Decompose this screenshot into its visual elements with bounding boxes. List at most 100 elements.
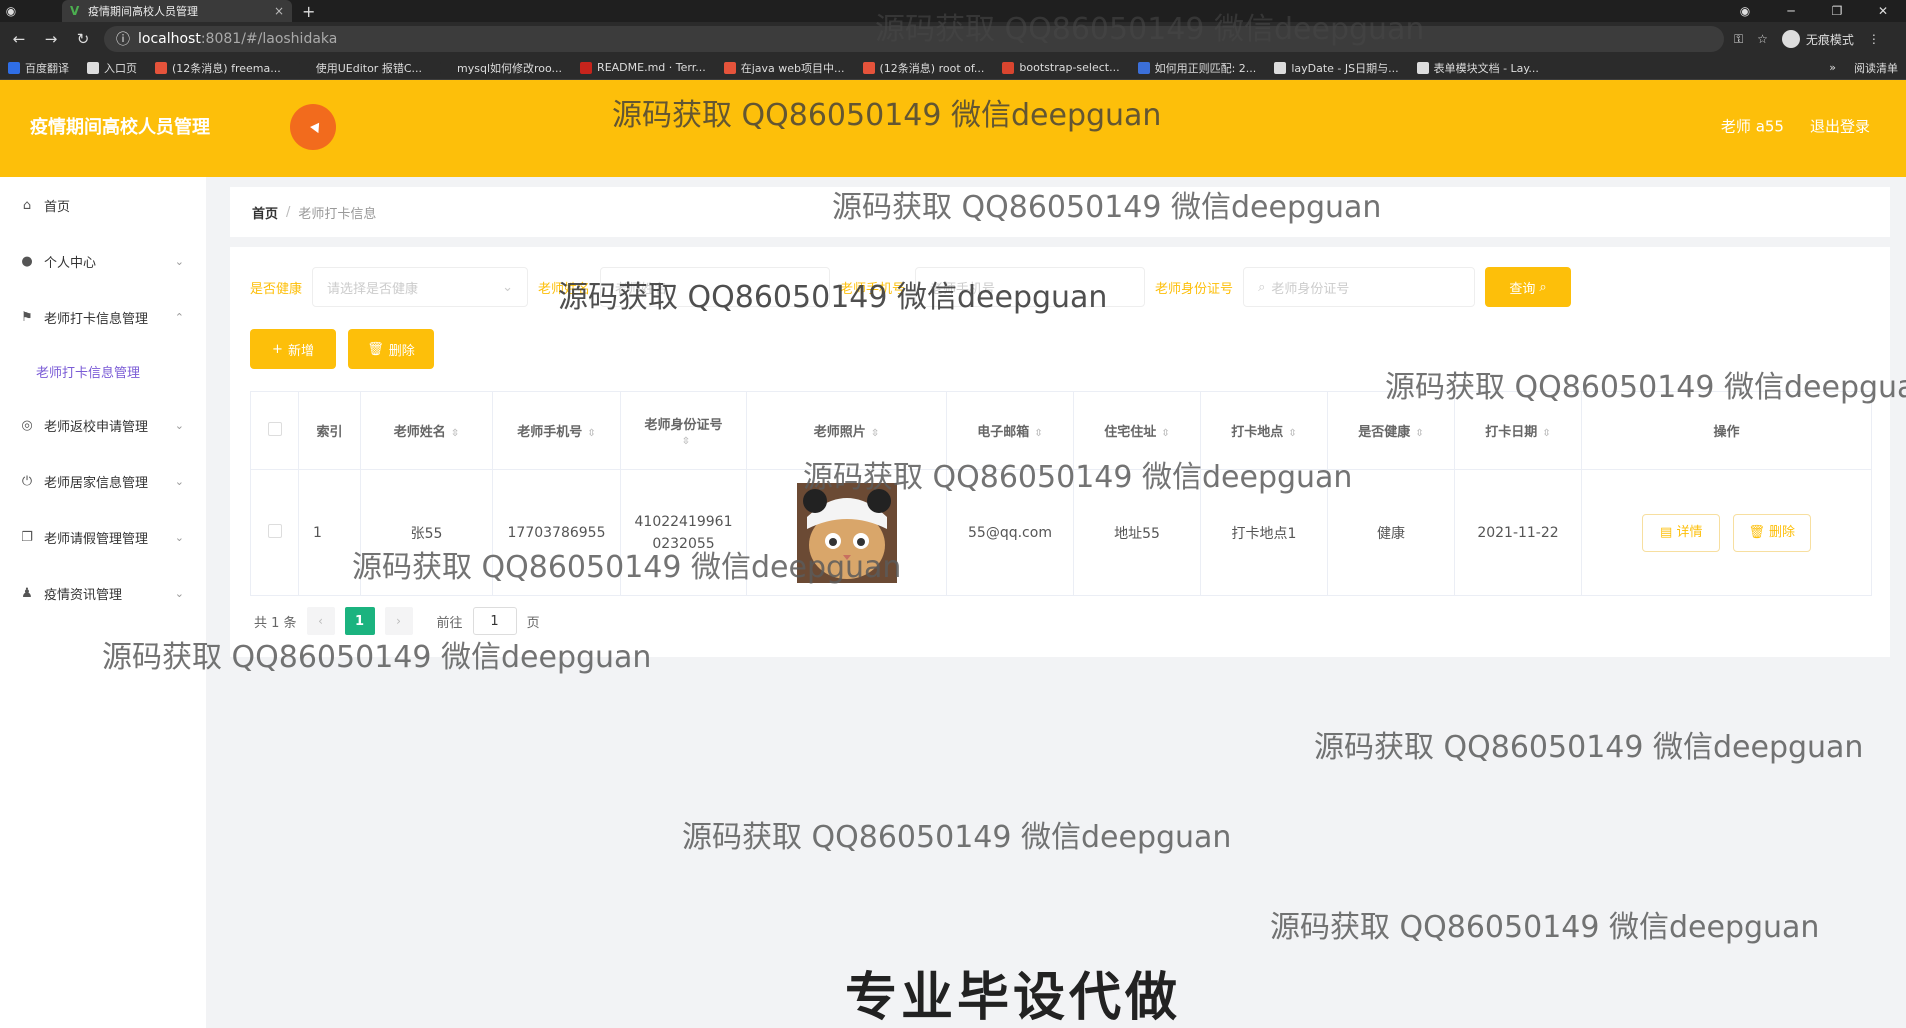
breadcrumb-current: 老师打卡信息: [298, 206, 377, 222]
bookmark-item[interactable]: bootstrap-select...: [1002, 61, 1120, 74]
id-input[interactable]: ⌕ 老师身份证号: [1243, 267, 1476, 307]
row-delete-label: 删除: [1769, 524, 1796, 540]
mouse-cursor-highlight: [290, 104, 336, 150]
sort-icon[interactable]: ⇳: [1161, 428, 1169, 439]
cell-phone: 17703786955: [492, 469, 621, 596]
batch-delete-button[interactable]: 🗑 删除: [348, 329, 434, 369]
sidebar-item[interactable]: ❐ 老师请假管理管理 ⌄: [0, 509, 206, 565]
browser-tab[interactable]: V 疫情期间高校人员管理 ×: [62, 0, 292, 22]
menu-icon[interactable]: ⋮: [1868, 32, 1880, 46]
bookmark-item[interactable]: README.md · Terr...: [580, 61, 706, 74]
forward-icon[interactable]: →: [40, 30, 62, 48]
close-window-icon[interactable]: ✕: [1860, 4, 1906, 18]
bookmark-item[interactable]: layDate - JS日期与...: [1274, 60, 1399, 76]
name-input-placeholder: 老师姓名: [615, 281, 668, 297]
bookmark-item[interactable]: 在java web项目中...: [723, 60, 845, 76]
pagination: 共 1 条 ‹ 1 › 前往 1 页: [254, 607, 540, 635]
select-all-checkbox[interactable]: [267, 421, 282, 436]
col-phone[interactable]: 老师手机号 ⇳: [492, 391, 621, 470]
col-index: 索引: [298, 391, 361, 470]
goto-page-input[interactable]: 1: [472, 607, 517, 635]
prev-page-button[interactable]: ‹: [306, 607, 335, 635]
trash-icon: 🗑: [1748, 524, 1765, 540]
sidebar-item[interactable]: ⚑ 老师打卡信息管理 ⌃: [0, 289, 206, 345]
reading-list-button[interactable]: 阅读清单: [1854, 60, 1898, 76]
col-photo[interactable]: 老师照片 ⇳: [746, 391, 947, 470]
sidebar-item-label: 老师居家信息管理: [44, 475, 149, 491]
star-icon[interactable]: ☆: [1757, 32, 1768, 46]
bookmark-item[interactable]: mysql如何修改roo...: [440, 60, 562, 76]
current-page[interactable]: 1: [344, 607, 375, 635]
col-id[interactable]: 老师身份证号 ⇳: [620, 391, 747, 470]
sort-icon[interactable]: ⇳: [871, 428, 879, 439]
row-checkbox[interactable]: [267, 523, 282, 538]
breadcrumb: 首页 / 老师打卡信息: [230, 187, 1890, 237]
select-all-header: [250, 391, 299, 470]
phone-input[interactable]: 老师手机号: [915, 267, 1146, 307]
sort-icon[interactable]: ⇳: [451, 428, 459, 439]
table-row: 1 张55 17703786955 410224199610232055 55@…: [250, 469, 1872, 596]
tab-close-icon[interactable]: ×: [274, 4, 284, 18]
add-button[interactable]: + 新增: [250, 329, 336, 369]
sort-icon[interactable]: ⇳: [1034, 428, 1042, 439]
col-name[interactable]: 老师姓名 ⇳: [360, 391, 493, 470]
app-header: 疫情期间高校人员管理 老师 a55 退出登录: [0, 80, 1906, 177]
incognito-indicator[interactable]: 无痕模式: [1781, 30, 1854, 48]
sidebar-item-label: 老师打卡信息管理: [44, 311, 149, 327]
bookmark-item[interactable]: (12条消息) root of...: [862, 60, 985, 76]
sidebar-item[interactable]: ♟ 疫情资讯管理 ⌄: [0, 565, 206, 621]
health-select[interactable]: 请选择是否健康 ⌄: [312, 267, 529, 307]
breadcrumb-home[interactable]: 首页: [252, 203, 278, 222]
bookmark-label: bootstrap-select...: [1019, 61, 1120, 74]
sort-icon[interactable]: ⇳: [1415, 428, 1423, 439]
bookmark-favicon-icon: [298, 61, 311, 74]
sidebar-item[interactable]: ⏻ 老师居家信息管理 ⌄: [0, 453, 206, 509]
bookmark-item[interactable]: 入口页: [87, 60, 137, 76]
bookmark-item[interactable]: 表单模块文档 - Lay...: [1416, 60, 1539, 76]
minimize-icon[interactable]: ─: [1768, 4, 1814, 18]
col-checkin-place[interactable]: 打卡地点 ⇳: [1200, 391, 1328, 470]
bookmark-item[interactable]: (12条消息) freema...: [155, 60, 281, 76]
row-delete-button[interactable]: 🗑 删除: [1732, 513, 1811, 552]
sort-icon[interactable]: ⇳: [587, 428, 595, 439]
bookmark-item[interactable]: 百度翻译: [8, 60, 69, 76]
bookmarks-more-button[interactable]: »: [1829, 61, 1836, 74]
restore-icon[interactable]: ❐: [1814, 4, 1860, 18]
query-button[interactable]: 查询 ⌕: [1485, 267, 1572, 307]
col-healthy[interactable]: 是否健康 ⇳: [1327, 391, 1455, 470]
profile-menu-icon[interactable]: ◉: [1722, 4, 1768, 18]
url-input[interactable]: ⓘ localhost:8081/#/laoshidaka: [104, 26, 1724, 52]
home-icon: ⌂: [22, 197, 32, 213]
col-date[interactable]: 打卡日期 ⇳: [1454, 391, 1582, 470]
breadcrumb-separator: /: [286, 204, 291, 220]
phone-filter-label: 老师手机号: [840, 281, 906, 297]
sidebar-item[interactable]: ⌂ 首页: [0, 177, 206, 233]
bookmark-label: 如何用正则匹配: 2...: [1154, 61, 1257, 75]
back-icon[interactable]: ←: [8, 30, 30, 48]
bookmark-label: layDate - JS日期与...: [1291, 61, 1399, 75]
logout-button[interactable]: 退出登录: [1810, 116, 1870, 137]
key-icon[interactable]: ⚿: [1734, 32, 1743, 47]
sidebar-item[interactable]: ◎ 老师返校申请管理 ⌄: [0, 397, 206, 453]
sort-icon[interactable]: ⇳: [1542, 428, 1550, 439]
sidebar-subitem-teacher-checkin[interactable]: 老师打卡信息管理: [0, 345, 206, 397]
new-tab-button[interactable]: +: [302, 2, 315, 21]
detail-button[interactable]: ▤ 详情: [1642, 513, 1721, 552]
reload-icon[interactable]: ↻: [72, 30, 94, 48]
col-address[interactable]: 住宅住址 ⇳: [1073, 391, 1201, 470]
health-filter-label: 是否健康: [250, 281, 303, 297]
chevron-down-icon: ⌄: [174, 254, 184, 268]
next-page-button[interactable]: ›: [384, 607, 413, 635]
sidebar-item-label: 老师打卡信息管理: [36, 365, 141, 381]
sort-icon[interactable]: ⇳: [682, 436, 690, 447]
sort-icon[interactable]: ⇳: [1288, 428, 1296, 439]
name-input[interactable]: 老师姓名: [600, 267, 831, 307]
bookmark-item[interactable]: 使用UEditor 报错C...: [298, 60, 422, 76]
bookmark-item[interactable]: 如何用正则匹配: 2...: [1137, 60, 1257, 76]
bookmark-label: (12条消息) root of...: [879, 61, 985, 75]
col-email[interactable]: 电子邮箱 ⇳: [946, 391, 1074, 470]
sidebar-item[interactable]: ● 个人中心 ⌄: [0, 233, 206, 289]
bookmarks-bar: 百度翻译 入口页 (12条消息) freema... 使用UEditor 报错C...…: [0, 56, 1906, 80]
id-input-placeholder: 老师身份证号: [1271, 281, 1350, 297]
bookmark-favicon-icon: [1274, 61, 1287, 74]
